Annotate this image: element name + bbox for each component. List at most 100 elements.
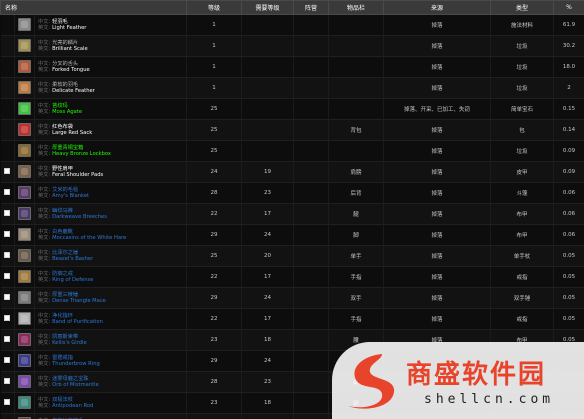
item-name-en[interactable]: Feral Shoulder Pads xyxy=(52,172,103,178)
item-name-en[interactable]: Dense Triangle Mace xyxy=(52,298,106,304)
item-name-cn[interactable]: 双极法杖 xyxy=(52,397,73,403)
item-name-en[interactable]: Light Feather xyxy=(52,25,86,31)
item-name-en[interactable]: Moss Agate xyxy=(52,109,82,115)
item-name-cn[interactable]: 厚重青铜宝箱 xyxy=(52,145,83,151)
row-checkbox[interactable] xyxy=(4,315,11,321)
table-row[interactable]: 中文: 红色布袋 英文: Large Red Sack 25 背包 掉落包 0.14 xyxy=(0,119,584,141)
table-row[interactable]: 中文: 光亮的鳞片 英文: Brilliant Scale 1 掉落 垃圾 30.2 xyxy=(0,35,584,57)
item-name-cn[interactable]: 迷雾母鹿之宝珠 xyxy=(52,376,88,382)
row-checkbox[interactable] xyxy=(4,294,11,300)
item-name-cn[interactable]: 红色布袋 xyxy=(52,124,73,130)
item-name-cn[interactable]: 艾米的毛毯 xyxy=(52,187,78,193)
item-icon[interactable] xyxy=(18,248,31,262)
cn-label: 中文: xyxy=(38,270,51,277)
item-name-en[interactable]: Delicate Feather xyxy=(52,88,95,94)
item-name-en[interactable]: Moccasins of the White Hare xyxy=(52,235,126,241)
item-name-en[interactable]: Band of Purification xyxy=(52,319,103,325)
row-checkbox-cell xyxy=(0,287,15,309)
column-header-pct[interactable]: % xyxy=(553,0,584,15)
item-side xyxy=(293,119,330,141)
column-header-req-level[interactable]: 需要等级 xyxy=(241,0,295,15)
table-row[interactable]: 中文: 白色鹿靴 英文: Moccasins of the White Hare 29 2… xyxy=(0,224,584,246)
item-name-en[interactable]: Antipodean Rod xyxy=(52,403,93,409)
table-row[interactable]: 中文: 比泽尔之锤 英文: Beazel's Basher 25 20 单手 掉落 单手杖 0.0… xyxy=(0,245,584,267)
item-icon[interactable] xyxy=(18,395,31,409)
row-checkbox[interactable] xyxy=(4,168,11,174)
item-name-en[interactable]: Brilliant Scale xyxy=(52,46,88,52)
item-name-en[interactable]: Orb of Mistmantle xyxy=(52,382,99,388)
item-name-cn[interactable]: 柔软的羽毛 xyxy=(52,82,78,88)
item-name-cn[interactable]: 比泽尔之锤 xyxy=(52,250,78,256)
item-icon[interactable] xyxy=(18,290,31,304)
item-name-en[interactable]: Ring of Defense xyxy=(52,277,93,283)
table-row[interactable]: 中文: 净化指环 英文: Band of Purification 22 17 手指 掉落 戒指… xyxy=(0,308,584,330)
item-name-cn[interactable]: 防御之戒 xyxy=(52,271,73,277)
item-name-en[interactable]: Forked Tongue xyxy=(52,67,90,73)
row-checkbox-cell xyxy=(0,203,15,225)
item-name-cn[interactable]: 凯丽斯束带 xyxy=(52,334,78,340)
table-row[interactable]: 中文: 厚重三棱锤 英文: Dense Triangle Mace 29 24 双手 掉落 双手… xyxy=(0,287,584,309)
item-icon[interactable] xyxy=(18,353,31,367)
item-name-cn[interactable]: 白色鹿靴 xyxy=(52,229,73,235)
item-name-en[interactable]: Amy's Blanket xyxy=(52,193,89,199)
table-row[interactable]: 中文: 分叉的舌头 英文: Forked Tongue 1 掉落 垃圾 18.0 xyxy=(0,56,584,78)
item-icon[interactable] xyxy=(18,38,31,52)
table-row[interactable]: 中文: 柔软的羽毛 英文: Delicate Feather 1 掉落 垃圾 2 xyxy=(0,77,584,99)
item-icon[interactable] xyxy=(18,17,31,31)
item-name-cn[interactable]: 雷霆戒指 xyxy=(52,355,73,361)
table-row[interactable]: 中文: 轻羽毛 英文: Light Feather 1 掉落 施法材料 61.9 xyxy=(0,14,584,36)
item-icon-cell xyxy=(14,392,35,414)
table-row[interactable]: 中文: 幽纹马裤 英文: Darkweave Breeches 22 17 腿掉落 布甲 0.0… xyxy=(0,203,584,225)
column-header-source[interactable]: 来源 xyxy=(383,0,492,15)
item-icon[interactable] xyxy=(18,269,31,283)
item-name-cn[interactable]: 轻羽毛 xyxy=(52,19,68,25)
row-checkbox[interactable] xyxy=(4,357,11,363)
table-row[interactable]: 中文: 防御之戒 英文: Ring of Defense 22 17 手指 掉落 戒指 0.05 xyxy=(0,266,584,288)
item-name-cn[interactable]: 净化指环 xyxy=(52,313,73,319)
item-icon[interactable] xyxy=(18,206,31,220)
item-icon[interactable] xyxy=(18,185,31,199)
row-checkbox[interactable] xyxy=(4,399,11,405)
item-icon[interactable] xyxy=(18,374,31,388)
row-checkbox[interactable] xyxy=(4,189,11,195)
item-name-en[interactable]: Kellis's Girdle xyxy=(52,340,87,346)
cn-label: 中文: xyxy=(38,102,51,109)
item-name-cn[interactable]: 苔纹玛 xyxy=(52,103,68,109)
table-row[interactable]: 中文: 苔纹玛 英文: Moss Agate 25 掉落、开采、已加工、失窃 简单宝石 0.1… xyxy=(0,98,584,120)
column-header-slot[interactable]: 物品栏 xyxy=(328,0,385,15)
row-checkbox[interactable] xyxy=(4,273,11,279)
item-name-cn[interactable]: 光亮的鳞片 xyxy=(52,40,78,46)
item-name-en[interactable]: Thunderbrow Ring xyxy=(52,361,100,367)
item-name-en[interactable]: Large Red Sack xyxy=(52,130,92,136)
table-row[interactable]: 中文: 野性肩甲 英文: Feral Shoulder Pads 24 19 肩膀 掉落 皮甲 0… xyxy=(0,161,584,183)
row-checkbox[interactable] xyxy=(4,252,11,258)
item-icon[interactable] xyxy=(18,80,31,94)
row-checkbox[interactable] xyxy=(4,378,11,384)
row-checkbox[interactable] xyxy=(4,210,11,216)
item-icon[interactable] xyxy=(18,311,31,325)
item-icon[interactable] xyxy=(18,332,31,346)
item-name-en[interactable]: Beazel's Basher xyxy=(52,256,93,262)
column-header-type[interactable]: 类型 xyxy=(490,0,555,15)
column-header-level[interactable]: 等级 xyxy=(186,0,243,15)
item-drop-pct: 18.0 xyxy=(553,56,584,78)
item-icon[interactable] xyxy=(18,101,31,115)
item-name-en[interactable]: Heavy Bronze Lockbox xyxy=(52,151,111,157)
column-header-name[interactable]: 名称 xyxy=(0,0,188,15)
row-checkbox[interactable] xyxy=(4,336,11,342)
item-icon[interactable] xyxy=(18,164,31,178)
item-icon[interactable] xyxy=(18,143,31,157)
item-name-cn[interactable]: 厚重三棱锤 xyxy=(52,292,78,298)
item-name-cn[interactable]: 分叉的舌头 xyxy=(52,61,78,67)
item-name-cn[interactable]: 野性肩甲 xyxy=(52,166,73,172)
item-icon[interactable] xyxy=(18,227,31,241)
row-checkbox[interactable] xyxy=(4,231,11,237)
column-header-side[interactable]: 阵营 xyxy=(293,0,330,15)
item-icon[interactable] xyxy=(18,122,31,136)
item-icon[interactable] xyxy=(18,59,31,73)
item-name-en[interactable]: Darkweave Breeches xyxy=(52,214,107,220)
item-name-cn[interactable]: 幽纹马裤 xyxy=(52,208,73,214)
table-row[interactable]: 中文: 厚重青铜宝箱 英文: Heavy Bronze Lockbox 25 掉落 垃圾 0.… xyxy=(0,140,584,162)
item-slot: 双手 xyxy=(328,287,385,309)
table-row[interactable]: 中文: 艾米的毛毯 英文: Amy's Blanket 28 23 后背 掉落 斗篷 0.06 xyxy=(0,182,584,204)
